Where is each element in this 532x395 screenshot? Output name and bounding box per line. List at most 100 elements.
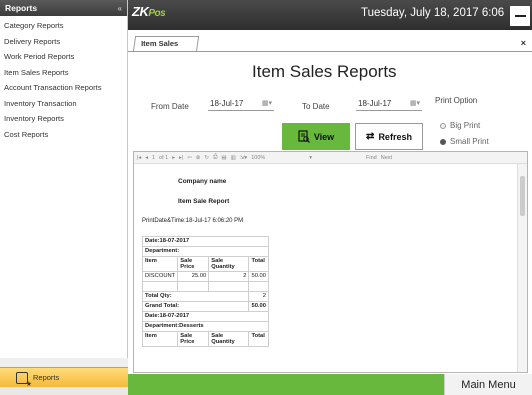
scrollbar-thumb[interactable] bbox=[520, 176, 525, 216]
report-cell: Total bbox=[248, 256, 269, 272]
divider bbox=[128, 51, 532, 52]
to-date-label: To Date bbox=[302, 102, 330, 111]
report-cell: DISCOUNT bbox=[141, 271, 179, 282]
from-date-label: From Date bbox=[151, 102, 189, 111]
tab-label: Item Sales bbox=[141, 39, 179, 48]
logo-accent: Pos bbox=[148, 8, 166, 19]
page-count: of 1 bbox=[159, 154, 169, 161]
report-row bbox=[141, 281, 269, 292]
sidebar-item-cost-reports[interactable]: Cost Reports bbox=[0, 127, 127, 143]
prev-page-icon[interactable]: ◂ bbox=[145, 155, 148, 161]
viewer-toolbar: |◂ ◂ 1 of 1 ▸ ▸| ⇦ ⊗ ↻ ⎙ ▤ ▥ ⇲▾ 100% ▾ F… bbox=[134, 152, 527, 164]
report-cell: Date:18-07-2017 bbox=[142, 236, 269, 247]
view-button[interactable]: View bbox=[282, 123, 350, 150]
refresh-button[interactable]: ⇄ Refresh bbox=[355, 123, 423, 150]
find-link[interactable]: Find bbox=[366, 155, 377, 161]
sidebar-footer-reports[interactable]: Reports bbox=[0, 367, 128, 388]
refresh-icon: ⇄ bbox=[366, 131, 375, 142]
report-row: Department: bbox=[142, 246, 269, 257]
report-cell: Department: bbox=[142, 246, 269, 257]
view-button-label: View bbox=[313, 131, 335, 142]
datetime-display: Tuesday, July 18, 2017 6:06 bbox=[361, 7, 505, 19]
report-cell: Total bbox=[248, 331, 269, 347]
page-title: Item Sales Reports bbox=[252, 62, 397, 81]
sidebar-item-account-transaction-reports[interactable]: Account Transaction Reports bbox=[0, 80, 127, 96]
report-cell: 2 bbox=[248, 291, 269, 302]
sidebar-item-item-sales-reports[interactable]: Item Sales Reports bbox=[0, 65, 127, 81]
small-print-radio[interactable]: Small Print bbox=[440, 137, 489, 146]
logo-main: ZK bbox=[132, 4, 149, 19]
small-print-label: Small Print bbox=[450, 137, 489, 146]
sidebar-item-inventory-reports[interactable]: Inventory Reports bbox=[0, 111, 127, 127]
report-cell bbox=[141, 281, 179, 292]
sidebar-item-inventory-transaction[interactable]: Inventory Transaction bbox=[0, 96, 127, 112]
page-setup-icon[interactable]: ▥ bbox=[231, 155, 236, 161]
to-date-picker[interactable]: 18-Jul-17 ▦▾ bbox=[356, 96, 422, 111]
from-date-value: 18-Jul-17 bbox=[210, 98, 244, 108]
zoom-dropdown-icon[interactable]: ▾ bbox=[309, 155, 312, 161]
sidebar-item-work-period-reports[interactable]: Work Period Reports bbox=[0, 49, 127, 65]
report-cell: Total Qty: bbox=[141, 291, 250, 302]
sidebar-item-delivery-reports[interactable]: Delivery Reports bbox=[0, 34, 127, 50]
app-logo: ZKPos bbox=[132, 4, 166, 19]
to-date-value: 18-Jul-17 bbox=[358, 98, 392, 108]
report-cell: 50.00 bbox=[248, 301, 269, 312]
report-cell: Item bbox=[141, 331, 179, 347]
report-cell: Department:Desserts bbox=[142, 321, 269, 332]
sidebar-item-category-reports[interactable]: Category Reports bbox=[0, 18, 127, 34]
from-date-picker[interactable]: 18-Jul-17 ▦▾ bbox=[208, 96, 274, 111]
report-row: Date:18-07-2017 bbox=[142, 236, 269, 247]
page-number-input[interactable]: 1 bbox=[152, 155, 155, 161]
report-row: Item Sale Price Sale Quantity Total bbox=[141, 256, 269, 272]
report-cell: 2 bbox=[208, 271, 250, 282]
stop-icon[interactable]: ⊗ bbox=[196, 155, 201, 161]
export-icon[interactable]: ⇲▾ bbox=[240, 155, 247, 161]
sidebar-bottom-strip bbox=[0, 387, 128, 395]
next-page-icon[interactable]: ▸ bbox=[172, 155, 175, 161]
back-icon[interactable]: ⇦ bbox=[187, 155, 192, 161]
report-cell: Item bbox=[141, 256, 179, 272]
sidebar-splitter[interactable] bbox=[0, 358, 128, 367]
reports-icon bbox=[16, 371, 32, 388]
report-cell: Sale Price bbox=[177, 331, 210, 347]
report-cell bbox=[248, 281, 269, 292]
report-row: Item Sale Price Sale Quantity Total bbox=[141, 331, 269, 347]
next-link[interactable]: Next bbox=[381, 155, 392, 161]
report-cell: 25.00 bbox=[177, 271, 210, 282]
calendar-icon[interactable]: ▦▾ bbox=[262, 99, 272, 107]
report-cell: Sale Quantity bbox=[208, 331, 250, 347]
bottom-bar: Main Menu bbox=[128, 374, 532, 395]
report-row: Date:18-07-2017 bbox=[142, 311, 269, 322]
report-cell: Sale Quantity bbox=[208, 256, 250, 272]
viewer-scrollbar[interactable] bbox=[517, 164, 527, 372]
first-page-icon[interactable]: |◂ bbox=[137, 155, 141, 161]
sidebar: Reports « Category Reports Delivery Repo… bbox=[0, 0, 128, 395]
double-chevron-left-icon[interactable]: « bbox=[118, 4, 122, 13]
report-cell: Grand Total: bbox=[141, 301, 250, 312]
big-print-label: Big Print bbox=[450, 121, 481, 130]
report-cell bbox=[208, 281, 250, 292]
report-table: Date:18-07-2017 Department: Item Sale Price… bbox=[141, 236, 269, 347]
sidebar-header: Reports « bbox=[0, 0, 127, 16]
tab-strip: Item Sales × bbox=[128, 30, 532, 52]
last-page-icon[interactable]: ▸| bbox=[179, 155, 183, 161]
sidebar-list: Category Reports Delivery Reports Work P… bbox=[0, 16, 127, 142]
layout-icon[interactable]: ▤ bbox=[221, 155, 226, 161]
report-row: Grand Total: 50.00 bbox=[141, 301, 269, 312]
report-row: Department:Desserts bbox=[142, 321, 269, 332]
tab-item-sales[interactable]: Item Sales bbox=[132, 36, 200, 52]
report-cell: Sale Price bbox=[177, 256, 210, 272]
zoom-select[interactable]: 100% bbox=[251, 155, 265, 161]
close-icon[interactable]: × bbox=[521, 38, 526, 48]
print-icon[interactable]: ⎙ bbox=[213, 154, 217, 161]
report-viewer[interactable]: |◂ ◂ 1 of 1 ▸ ▸| ⇦ ⊗ ↻ ⎙ ▤ ▥ ⇲▾ 100% ▾ F… bbox=[133, 151, 528, 373]
print-option-label: Print Option bbox=[435, 96, 478, 105]
main-menu-button[interactable]: Main Menu bbox=[444, 374, 532, 395]
report-row: DISCOUNT 25.00 2 50.00 bbox=[141, 271, 269, 282]
refresh-report-icon[interactable]: ↻ bbox=[204, 155, 209, 161]
big-print-radio[interactable]: Big Print bbox=[440, 121, 480, 130]
minimize-button[interactable] bbox=[510, 6, 530, 26]
refresh-button-label: Refresh bbox=[378, 131, 412, 142]
top-bar: ZKPos Tuesday, July 18, 2017 6:06 bbox=[128, 0, 532, 30]
calendar-icon[interactable]: ▦▾ bbox=[410, 99, 420, 107]
